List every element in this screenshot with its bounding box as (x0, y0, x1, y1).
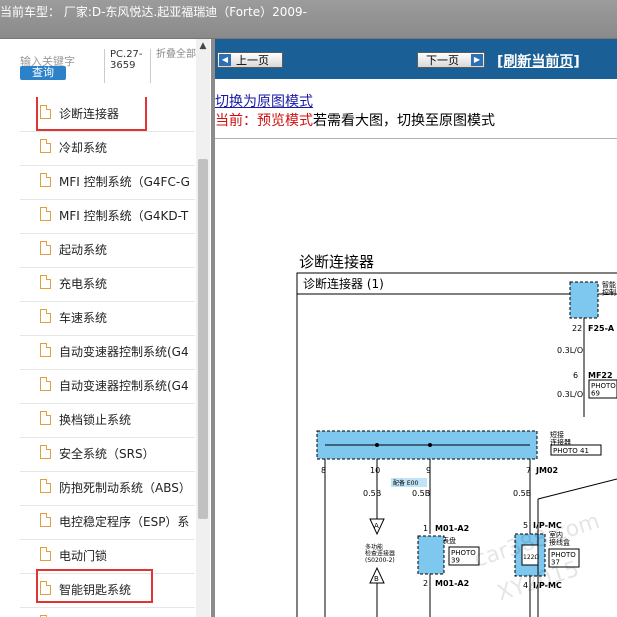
tree-item[interactable]: 充电系统 (20, 267, 195, 302)
search-button[interactable]: 查询 (20, 66, 66, 80)
tree-item-label: 冷却系统 (59, 141, 108, 155)
diagram-subtitle: 诊断连接器 (1) (303, 276, 384, 291)
scroll-up-icon[interactable]: ▲ (196, 41, 210, 53)
document-icon (40, 207, 51, 221)
connector-label: M01-A2 (435, 524, 469, 533)
tri-label: B (374, 575, 379, 583)
pin-label: 2 (423, 579, 428, 588)
preview-hint-text: 若需看大图，切换至原图模式 (313, 113, 495, 129)
wiring-diagram: 诊断连接器 诊断连接器 (1) 智能控制 22 F25-A 0.3L/O 6 M… (296, 253, 617, 617)
arrow-left-icon: ◀ (219, 54, 231, 66)
tree-item[interactable]: 换档锁止系统 (20, 403, 195, 438)
diagram-title: 诊断连接器 (299, 253, 374, 271)
highlight-box (36, 569, 153, 603)
photo-label: PHOTO 69 (591, 382, 616, 398)
tree-item[interactable]: 自动变速器控制系统(G4 (20, 369, 195, 404)
tree-item[interactable]: 起动系统 (20, 233, 195, 268)
tree-item-label: 自动变速器控制系统(G4 (59, 345, 189, 359)
connector-label: MF22 (588, 371, 613, 380)
prev-page-button[interactable]: ◀ 上一页 (217, 52, 283, 68)
document-icon (40, 309, 51, 323)
tree-item-label: 防抱死制动系统（ABS） (59, 481, 191, 495)
document-icon (40, 173, 51, 187)
pin-label: 1 (423, 524, 428, 533)
tree-item[interactable]: 电控稳定程序（ESP）系 (20, 505, 195, 540)
connector-label: M01-A2 (435, 579, 469, 588)
photo-label: PHOTO 41 (553, 447, 589, 455)
wire-label: 6 (573, 371, 578, 380)
document-icon (40, 547, 51, 561)
tree-item-label: 电控稳定程序（ESP）系 (59, 515, 190, 529)
tree-item-label: MFI 控制系统（G4FC-G (59, 175, 190, 189)
tree-item[interactable]: 自动变速器控制系统(G4 (20, 335, 195, 370)
highlight-box (36, 97, 147, 131)
smart-key-label: 智能控制 (602, 280, 616, 297)
next-page-button[interactable]: 下一页 ▶ (417, 52, 485, 68)
tree-item[interactable]: 车速系统 (20, 301, 195, 336)
tree-item-label: 安全系统（SRS） (59, 447, 155, 461)
tree-list: 诊断连接器 冷却系统 MFI 控制系统（G4FC-G MFI 控制系统（G4KD… (20, 97, 195, 617)
pin-label: 5 (523, 521, 528, 530)
document-icon (40, 343, 51, 357)
title-bar: 当前车型： 厂家:D-东风悦达.起亚福瑞迪（Forte）2009- (0, 0, 617, 39)
wire-label: 0.5B (412, 489, 430, 498)
preview-status: 当前：预览模式若需看大图，切换至原图模式 (215, 110, 495, 130)
sidebar-scrollbar[interactable]: ▲ (196, 39, 210, 617)
document-icon (40, 513, 51, 527)
document-icon (40, 241, 51, 255)
tree-item-label: 电动门锁 (59, 549, 108, 563)
tree-item-label: 车速系统 (59, 311, 108, 325)
document-icon (40, 275, 51, 289)
pc-code-label: PC.27-3659 (110, 49, 143, 71)
sidebar: 输入关键字 查询 PC.27-3659 折叠全部 诊断连接器 冷却系统 MFI … (0, 39, 211, 617)
connector-label: JM02 (535, 466, 558, 475)
short-connector-label: 短接连接器 (550, 430, 571, 447)
wire-label: 0.5B (363, 489, 381, 498)
tree-item[interactable]: 防抱死制动系统（ABS） (20, 471, 195, 506)
scroll-thumb[interactable] (198, 159, 208, 519)
tree-item[interactable]: 安全系统（SRS） (20, 437, 195, 472)
wire-label: 0.3L/O (557, 346, 583, 355)
document-icon (40, 377, 51, 391)
junction (375, 443, 379, 447)
document-icon (40, 411, 51, 425)
next-page-label: 下一页 (426, 54, 459, 67)
collapse-all-button[interactable]: 折叠全部 (156, 49, 196, 60)
current-model-text: 当前车型： 厂家:D-东风悦达.起亚福瑞迪（Forte）2009- (0, 5, 307, 19)
tree-item[interactable]: MFI 控制系统（G4KD-T (20, 199, 195, 234)
arrow-right-icon: ▶ (471, 54, 483, 66)
switch-original-mode-link[interactable]: 切换为原图模式 (215, 91, 313, 111)
divider (104, 49, 105, 83)
tree-item-label: 自动变速器控制系统(G4 (59, 379, 189, 393)
tree-item[interactable]: MFI 控制系统（G4FC-G (20, 165, 195, 200)
wire-label: 0.5B (513, 489, 531, 498)
refresh-page-link[interactable]: [刷新当前页] (497, 51, 580, 71)
dashboard-module (417, 535, 445, 575)
tree-item-label: MFI 控制系统（G4KD-T (59, 209, 189, 223)
divider (150, 49, 151, 83)
document-icon (40, 445, 51, 459)
wire-label: 22 (572, 324, 582, 333)
prev-page-label: 上一页 (236, 54, 269, 67)
tree-item-label: 换档锁止系统 (59, 413, 132, 427)
wire (537, 478, 617, 500)
tree-item-label: 起动系统 (59, 243, 108, 257)
tree-item[interactable]: 冷却系统 (20, 131, 195, 166)
preview-mode-text: 当前：预览模式 (215, 113, 313, 129)
pin-label: 10 (370, 466, 380, 475)
content-pane: ◀ 上一页 下一页 ▶ [刷新当前页] 切换为原图模式 当前：预览模式若需看大图… (215, 39, 617, 617)
smart-key-module (569, 281, 599, 319)
wire-label: 0.3L/O (557, 390, 583, 399)
tree-item-label: 充电系统 (59, 277, 108, 291)
tree-item[interactable]: 天窗 (20, 607, 195, 617)
junction (428, 443, 432, 447)
document-icon (40, 139, 51, 153)
tri-label: A (374, 522, 379, 530)
config-label: 配备 E00 (393, 479, 419, 487)
multi-connector-label: 多功能检查连接器(S0200-2) (365, 543, 395, 564)
document-icon (40, 479, 51, 493)
connector-label: F25-A (588, 324, 615, 333)
nav-toolbar: ◀ 上一页 下一页 ▶ [刷新当前页] (215, 39, 617, 79)
